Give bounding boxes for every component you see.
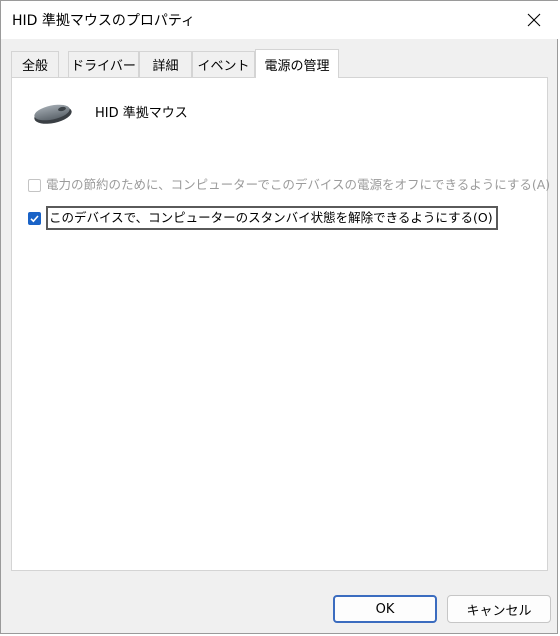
allow-power-off-option: 電力の節約のために、コンピューターでこのデバイスの電源をオフにできるようにする(… [28,176,550,194]
tab-details[interactable]: 詳細 [139,51,192,77]
ok-button[interactable]: OK [333,595,437,623]
close-button[interactable] [511,1,557,39]
tab-events[interactable]: イベント [192,51,255,77]
close-icon [527,13,541,27]
title-bar: HID 準拠マウスのプロパティ [1,1,559,39]
allow-wake-option: このデバイスで、コンピューターのスタンバイ状態を解除できるようにする(O) [28,206,498,230]
allow-wake-checkbox[interactable] [28,211,41,225]
allow-power-off-label: 電力の節約のために、コンピューターでこのデバイスの電源をオフにできるようにする(… [46,177,551,192]
device-name: HID 準拠マウス [95,106,188,121]
window-title: HID 準拠マウスのプロパティ [12,13,196,29]
mouse-icon [32,100,74,130]
checkmark-icon [30,214,39,222]
properties-dialog: HID 準拠マウスのプロパティ 全般 ドライバー 詳細 イベント 電源の管理 H… [0,0,559,634]
power-management-panel: HID 準拠マウス 電力の節約のために、コンピューターでこのデバイスの電源をオフ… [11,77,550,571]
tab-power-management[interactable]: 電源の管理 [255,49,339,78]
cancel-button[interactable]: キャンセル [447,595,551,623]
tab-driver[interactable]: ドライバー [68,51,139,77]
allow-power-off-checkbox[interactable] [28,178,41,192]
tab-general[interactable]: 全般 [11,51,59,77]
allow-wake-label: このデバイスで、コンピューターのスタンバイ状態を解除できるようにする(O) [46,206,498,230]
